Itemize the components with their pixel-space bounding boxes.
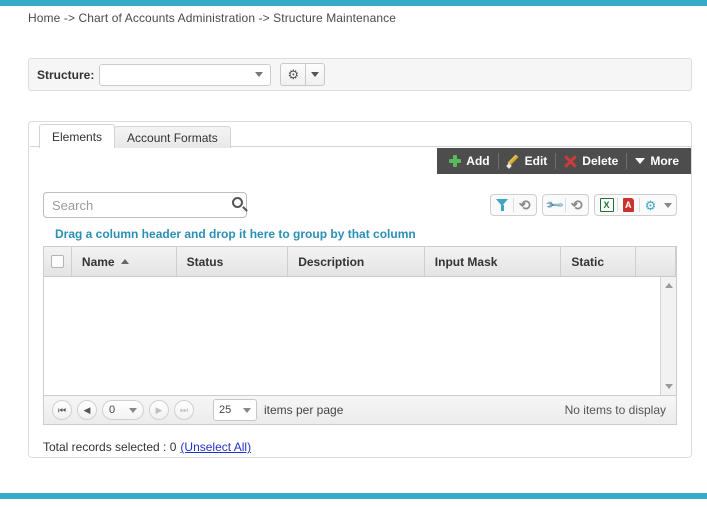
select-all-checkbox[interactable] xyxy=(50,255,64,268)
grid-header-table: Name Status Description Input Mask Stati… xyxy=(43,246,677,277)
grid-tool-groups: ⟳ 🔧 ⟳ X A ⚙ xyxy=(485,194,677,216)
tab-account-formats-label: Account Formats xyxy=(127,130,218,145)
add-button[interactable]: Add xyxy=(441,148,497,174)
column-header-static-label: Static xyxy=(571,254,605,269)
structure-settings-button[interactable]: ⚙ xyxy=(280,63,306,86)
tab-account-formats[interactable]: Account Formats xyxy=(114,126,231,148)
elements-grid: ⟳ 🔧 ⟳ X xyxy=(43,190,677,425)
scroll-up-icon[interactable] xyxy=(665,283,673,288)
column-header-input-mask[interactable]: Input Mask xyxy=(425,247,562,276)
page-number-select[interactable]: 0 xyxy=(102,400,144,420)
chevron-down-icon xyxy=(311,72,320,77)
column-header-name-label: Name xyxy=(81,254,115,269)
refresh-icon: ⟳ xyxy=(518,197,531,213)
search-input[interactable] xyxy=(44,196,230,214)
filter-button[interactable] xyxy=(492,195,513,215)
chevron-down-icon xyxy=(243,407,251,413)
page-size-select[interactable]: 25 xyxy=(213,399,257,421)
edit-button[interactable]: Edit xyxy=(499,148,556,174)
chevron-down-icon xyxy=(664,202,672,208)
clear-filter-button[interactable]: ⟳ xyxy=(514,195,535,215)
export-tool-group: X ⚙ xyxy=(594,194,677,216)
grid-pager: ⏮ ◀ 0 ▶ ⏭ 25 items per page No items to … xyxy=(43,395,677,425)
column-settings-button[interactable]: 🔧 xyxy=(544,195,565,215)
gear-icon: ⚙ xyxy=(644,197,657,213)
structure-bar: Structure: ⚙ xyxy=(28,58,692,91)
page-first-button[interactable]: ⏮ xyxy=(52,400,72,420)
structure-label: Structure: xyxy=(37,67,95,82)
page-next-button[interactable]: ▶ xyxy=(149,400,169,420)
export-pdf-button[interactable] xyxy=(618,195,639,215)
pdf-export-icon xyxy=(622,198,635,212)
column-header-description-label: Description xyxy=(298,254,365,269)
delete-button-label: Delete xyxy=(582,154,619,168)
reset-layout-button[interactable]: ⟳ xyxy=(566,195,587,215)
group-drop-hint[interactable]: Drag a column header and drop it here to… xyxy=(43,222,677,246)
export-excel-button[interactable]: X xyxy=(596,195,617,215)
more-button[interactable]: More xyxy=(627,148,687,174)
column-header-extra[interactable] xyxy=(636,247,677,276)
pencil-icon xyxy=(507,155,520,168)
add-button-label: Add xyxy=(466,154,490,168)
pager-status: No items to display xyxy=(564,403,666,417)
settings-tool-group: 🔧 ⟳ xyxy=(542,194,589,216)
search-box[interactable] xyxy=(43,192,247,218)
search-icon[interactable] xyxy=(230,195,243,215)
edit-button-label: Edit xyxy=(524,154,548,168)
page-number-value: 0 xyxy=(109,404,116,416)
column-header-description[interactable]: Description xyxy=(288,247,425,276)
grid-toolbar: ⟳ 🔧 ⟳ X xyxy=(43,190,677,222)
gear-icon: ⚙ xyxy=(287,67,300,82)
grid-header-row: Name Status Description Input Mask Stati… xyxy=(44,247,677,277)
breadcrumb: Home -> Chart of Accounts Administration… xyxy=(28,11,397,25)
chevron-down-icon xyxy=(635,158,646,164)
select-all-header[interactable] xyxy=(44,247,72,276)
wrench-icon: 🔧 xyxy=(544,194,565,216)
delete-x-icon xyxy=(564,155,577,168)
column-header-static[interactable]: Static xyxy=(561,247,637,276)
structure-settings-dropdown-button[interactable] xyxy=(305,63,326,86)
refresh-icon: ⟳ xyxy=(570,197,583,213)
column-header-status[interactable]: Status xyxy=(177,247,289,276)
structure-select[interactable] xyxy=(99,63,272,86)
totals-row: Total records selected : 0 (Unselect All… xyxy=(43,440,251,454)
scroll-down-icon[interactable] xyxy=(665,384,673,389)
column-header-status-label: Status xyxy=(186,254,224,269)
total-records-label: Total records selected : 0 xyxy=(43,440,177,454)
bottom-accent-bar xyxy=(0,493,707,499)
filter-icon xyxy=(496,199,509,211)
chevron-down-icon xyxy=(255,72,264,77)
excel-export-icon: X xyxy=(599,198,614,212)
column-header-name[interactable]: Name xyxy=(72,247,177,276)
delete-button[interactable]: Delete xyxy=(556,148,626,174)
page-size-value: 25 xyxy=(219,404,232,416)
grid-body-empty xyxy=(43,277,677,395)
tab-elements[interactable]: Elements xyxy=(39,124,116,149)
page-prev-button[interactable]: ◀ xyxy=(77,400,97,420)
plus-icon xyxy=(449,155,462,167)
filter-tool-group: ⟳ xyxy=(490,194,537,216)
grid-settings-button[interactable]: ⚙ xyxy=(640,195,661,215)
top-accent-bar xyxy=(0,0,707,6)
structure-settings-split-button[interactable]: ⚙ xyxy=(280,63,326,86)
action-toolbar: Add Edit Delete More xyxy=(437,148,691,174)
more-button-label: More xyxy=(650,154,679,168)
unselect-all-link[interactable]: (Unselect All) xyxy=(180,440,251,454)
tab-strip: Elements Account Formats xyxy=(39,124,231,149)
page-size-label: items per page xyxy=(264,403,344,417)
grid-vertical-scrollbar[interactable] xyxy=(660,277,676,395)
elements-panel: Elements Account Formats Add Edit Delete… xyxy=(28,121,692,458)
sort-ascending-icon xyxy=(120,259,129,264)
tab-elements-label: Elements xyxy=(52,129,103,144)
column-header-input-mask-label: Input Mask xyxy=(434,254,498,269)
grid-settings-dropdown-button[interactable] xyxy=(661,195,675,215)
chevron-down-icon xyxy=(129,407,137,413)
page-last-button[interactable]: ⏭ xyxy=(174,400,194,420)
